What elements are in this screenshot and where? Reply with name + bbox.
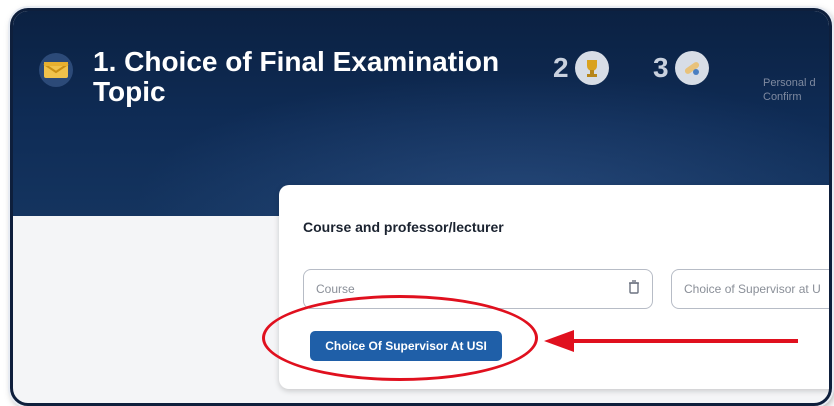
course-placeholder: Course <box>316 282 355 296</box>
step-4-label-line-2: Confirm <box>763 91 802 103</box>
supervisor-placeholder: Choice of Supervisor at U <box>684 282 821 296</box>
choose-supervisor-button[interactable]: Choice Of Supervisor At USI <box>310 331 502 361</box>
step-4-label-line-1: Personal d <box>763 77 816 89</box>
step-number: 3 <box>653 52 669 83</box>
diploma-icon <box>674 51 709 85</box>
page-title: 1. Choice of Final Examination Topic <box>93 46 500 107</box>
envelope-icon <box>39 53 73 87</box>
course-card: Course and professor/lecturer Course Cho… <box>279 185 829 389</box>
trash-icon[interactable] <box>628 279 640 299</box>
step-4-label[interactable]: Personal d Confirm <box>763 76 816 104</box>
step-3[interactable]: 3 <box>653 51 709 85</box>
course-input[interactable]: Course <box>303 269 653 309</box>
step-number: 2 <box>553 52 569 83</box>
trophy-icon <box>574 51 609 85</box>
supervisor-input[interactable]: Choice of Supervisor at U <box>671 269 829 309</box>
red-arrow-icon <box>544 330 798 352</box>
step-2[interactable]: 2 <box>553 51 609 85</box>
card-title: Course and professor/lecturer <box>303 219 504 235</box>
